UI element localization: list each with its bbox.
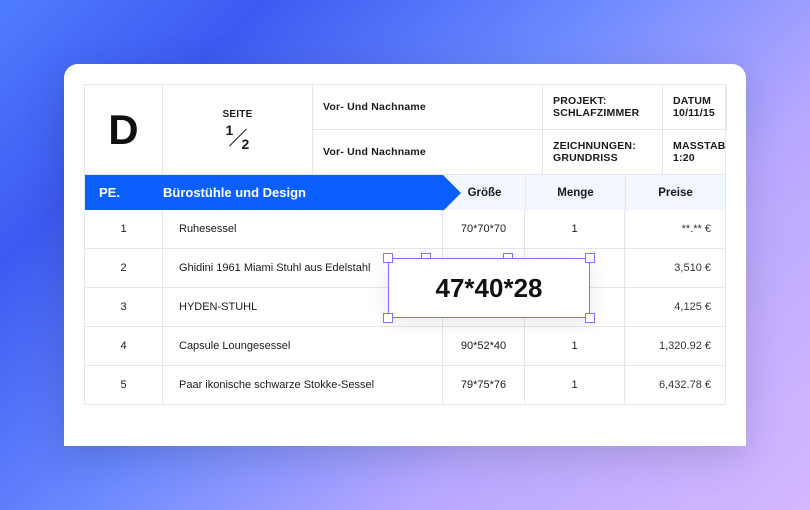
table-title: Bürostühle und Design bbox=[163, 175, 443, 210]
cell-price: 3,510 € bbox=[625, 249, 725, 287]
cell-size[interactable]: 90*52*40 bbox=[443, 327, 525, 365]
callout-handle-tl[interactable] bbox=[383, 253, 393, 263]
col-pe: PE. bbox=[85, 175, 163, 210]
header-projekt: PROJEKT: SCHLAFZIMMER bbox=[543, 85, 663, 129]
table-row: 4Capsule Loungesessel90*52*4011,320.92 € bbox=[84, 327, 726, 366]
header-zeichnungen: ZEICHNUNGEN: GRUNDRISS bbox=[543, 129, 663, 174]
callout-handle-tr[interactable] bbox=[585, 253, 595, 263]
cell-price: 1,320.92 € bbox=[625, 327, 725, 365]
table-row: 1Ruhesessel70*70*701**.** € bbox=[84, 210, 726, 249]
callout-handle-bl[interactable] bbox=[383, 313, 393, 323]
page-total: 2 bbox=[242, 136, 250, 152]
cell-index: 1 bbox=[85, 210, 163, 248]
page-fraction: 1 2 bbox=[224, 124, 252, 150]
cell-index: 5 bbox=[85, 366, 163, 404]
seite-label: SEITE bbox=[223, 109, 253, 120]
callout-handle-br[interactable] bbox=[585, 313, 595, 323]
cell-size[interactable]: 79*75*76 bbox=[443, 366, 525, 404]
page-current: 1 bbox=[226, 122, 234, 138]
header-name-1: Vor- Und Nachname bbox=[313, 85, 543, 129]
cell-name: Capsule Loungesessel bbox=[163, 327, 443, 365]
logo: D bbox=[85, 85, 163, 174]
cell-price: **.** € bbox=[625, 210, 725, 248]
zoom-callout[interactable]: 47*40*28 bbox=[388, 258, 590, 318]
col-qty: Menge bbox=[525, 175, 625, 210]
header-datum: DATUM 10/11/15 bbox=[663, 85, 727, 129]
cell-price: 6,432.78 € bbox=[625, 366, 725, 404]
header-name-2: Vor- Und Nachname bbox=[313, 129, 543, 174]
table-header-row: PE. Bürostühle und Design Größe Menge Pr… bbox=[84, 175, 726, 210]
cell-index: 4 bbox=[85, 327, 163, 365]
cell-index: 3 bbox=[85, 288, 163, 326]
table-row: 5Paar ikonische schwarze Stokke-Sessel79… bbox=[84, 366, 726, 405]
cell-size[interactable]: 70*70*70 bbox=[443, 210, 525, 248]
cell-qty: 1 bbox=[525, 327, 625, 365]
cell-name: Ruhesessel bbox=[163, 210, 443, 248]
cell-qty: 1 bbox=[525, 366, 625, 404]
document-header: D Vor- Und Nachname PROJEKT: SCHLAFZIMME… bbox=[84, 84, 726, 175]
header-masstab: MASSTAB 1:20 bbox=[663, 129, 727, 174]
header-seite: SEITE 1 2 bbox=[163, 85, 313, 174]
cell-price: 4,125 € bbox=[625, 288, 725, 326]
col-price: Preise bbox=[625, 175, 725, 210]
zoom-callout-text: 47*40*28 bbox=[436, 273, 543, 304]
cell-qty: 1 bbox=[525, 210, 625, 248]
cell-index: 2 bbox=[85, 249, 163, 287]
cell-name: Paar ikonische schwarze Stokke-Sessel bbox=[163, 366, 443, 404]
document-card: D Vor- Und Nachname PROJEKT: SCHLAFZIMME… bbox=[64, 64, 746, 446]
